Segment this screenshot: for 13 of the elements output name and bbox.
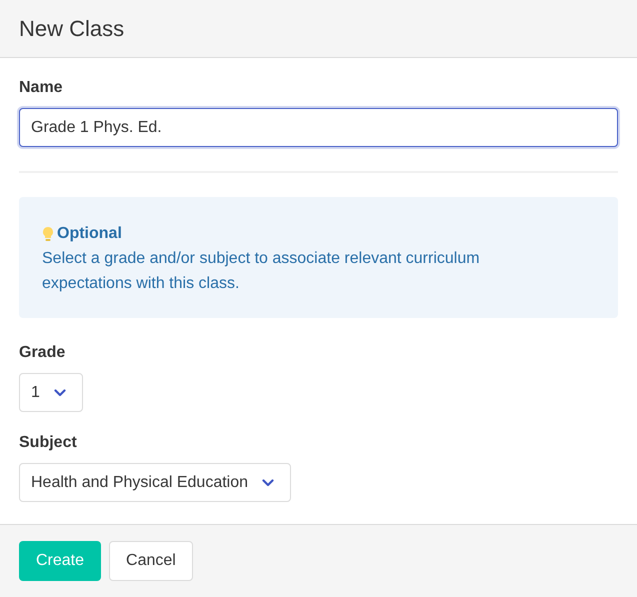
dropdown[interactable]: 1 (19, 373, 83, 412)
chevron-down-icon (54, 388, 66, 397)
lightbulb-icon (42, 226, 54, 242)
info-text: Select a grade and/or subject to associate relevant curriculum expectations with this class. (42, 249, 481, 294)
dialog-title: New Class (19, 16, 124, 42)
field-label: Name (19, 79, 64, 98)
name-input-field[interactable]: Grade 1 Phys. Ed. (19, 108, 618, 148)
dropdown[interactable]: Health and Physical Education (19, 463, 292, 502)
field-label: Subject (19, 434, 78, 452)
cancel-button[interactable]: Cancel (109, 541, 193, 581)
chevron-down-icon (262, 478, 274, 487)
field-label: Grade (19, 344, 66, 362)
info-title: Optional (57, 224, 122, 244)
